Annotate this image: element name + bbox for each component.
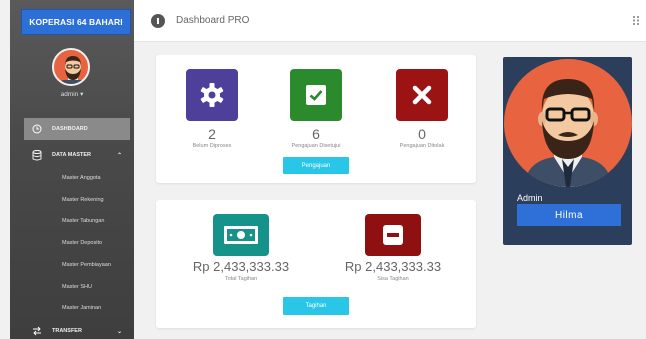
sidebar-subitem-shu[interactable]: Master SHU [62, 284, 92, 290]
sidebar-subitem-anggota[interactable]: Master Anggota [62, 175, 101, 181]
application-stats-card: 2 Belum Diproses 6 Pengajuan Disetujui 0… [156, 55, 476, 183]
transfer-icon [30, 326, 44, 336]
chevron-down-icon: ⌄ [116, 328, 122, 335]
avatar [504, 59, 632, 187]
minus-icon [365, 214, 421, 256]
stat-value: Rp 2,433,333.33 [192, 259, 290, 274]
tagihan-button[interactable]: Tagihan [283, 297, 349, 315]
stat-value: Rp 2,433,333.33 [344, 259, 442, 274]
stat-label: Total Tagihan [224, 276, 258, 282]
pengajuan-button[interactable]: Pengajuan [283, 157, 349, 174]
sidebar-item-data-master[interactable]: DATA MASTER ⌃ [24, 144, 130, 166]
stat-label: Belum Diproses [192, 143, 232, 149]
database-icon [30, 149, 44, 161]
stat-pengajuan-disetujui[interactable]: 6 Pengajuan Disetujui [282, 69, 350, 149]
sidebar-subitem-tabungan[interactable]: Master Tabungan [62, 218, 104, 224]
stat-label: Pengajuan Ditolak [399, 143, 445, 149]
grid-icon[interactable] [633, 16, 640, 27]
sidebar-subitem-rekening[interactable]: Master Rekening [62, 197, 104, 203]
username: admin [60, 91, 79, 98]
sidebar-item-transfer[interactable]: TRANSFER ⌄ [24, 320, 130, 339]
chevron-down-icon: ▾ [80, 91, 84, 98]
sidebar: KOPERASI 64 BAHARI admin ▾ DASHBOARD DAT… [10, 0, 134, 339]
profile-card: Admin Hilma [503, 57, 632, 245]
stat-label: Pengajuan Disetujui [291, 143, 341, 149]
sidebar-subitem-deposito[interactable]: Master Deposito [62, 240, 102, 246]
info-icon[interactable] [151, 14, 165, 28]
sidebar-item-label: DASHBOARD [52, 126, 88, 132]
brand-button[interactable]: KOPERASI 64 BAHARI [21, 9, 131, 35]
user-menu[interactable]: admin ▾ [10, 90, 134, 98]
profile-role: Admin [517, 193, 543, 203]
sidebar-subitem-jaminan[interactable]: Master Jaminan [62, 305, 101, 311]
chevron-up-icon: ⌃ [116, 152, 122, 159]
money-icon [213, 214, 269, 256]
gear-icon [186, 69, 238, 121]
stat-pengajuan-ditolak[interactable]: 0 Pengajuan Ditolak [388, 69, 456, 149]
stat-sisa-tagihan[interactable]: Rp 2,433,333.33 Sisa Tagihan [338, 214, 448, 282]
check-icon [290, 69, 342, 121]
page-title: Dashboard PRO [176, 15, 250, 26]
sidebar-subitem-pembiayaan[interactable]: Master Pembiayaan [62, 262, 111, 268]
avatar[interactable] [52, 48, 90, 86]
sidebar-item-label: DATA MASTER [52, 152, 92, 158]
sidebar-item-label: TRANSFER [52, 328, 82, 334]
billing-stats-card: Rp 2,433,333.33 Total Tagihan Rp 2,433,3… [156, 200, 476, 328]
profile-name-button[interactable]: Hilma [517, 204, 621, 226]
stat-label: Sisa Tagihan [377, 276, 409, 282]
stat-value: 0 [418, 126, 426, 142]
topbar: Dashboard PRO [134, 0, 646, 42]
clock-icon [30, 124, 44, 134]
stat-value: 6 [312, 126, 320, 142]
sidebar-item-dashboard[interactable]: DASHBOARD [24, 118, 130, 140]
stat-belum-diproses[interactable]: 2 Belum Diproses [178, 69, 246, 149]
x-icon [396, 69, 448, 121]
stat-value: 2 [208, 126, 216, 142]
stat-total-tagihan[interactable]: Rp 2,433,333.33 Total Tagihan [186, 214, 296, 282]
